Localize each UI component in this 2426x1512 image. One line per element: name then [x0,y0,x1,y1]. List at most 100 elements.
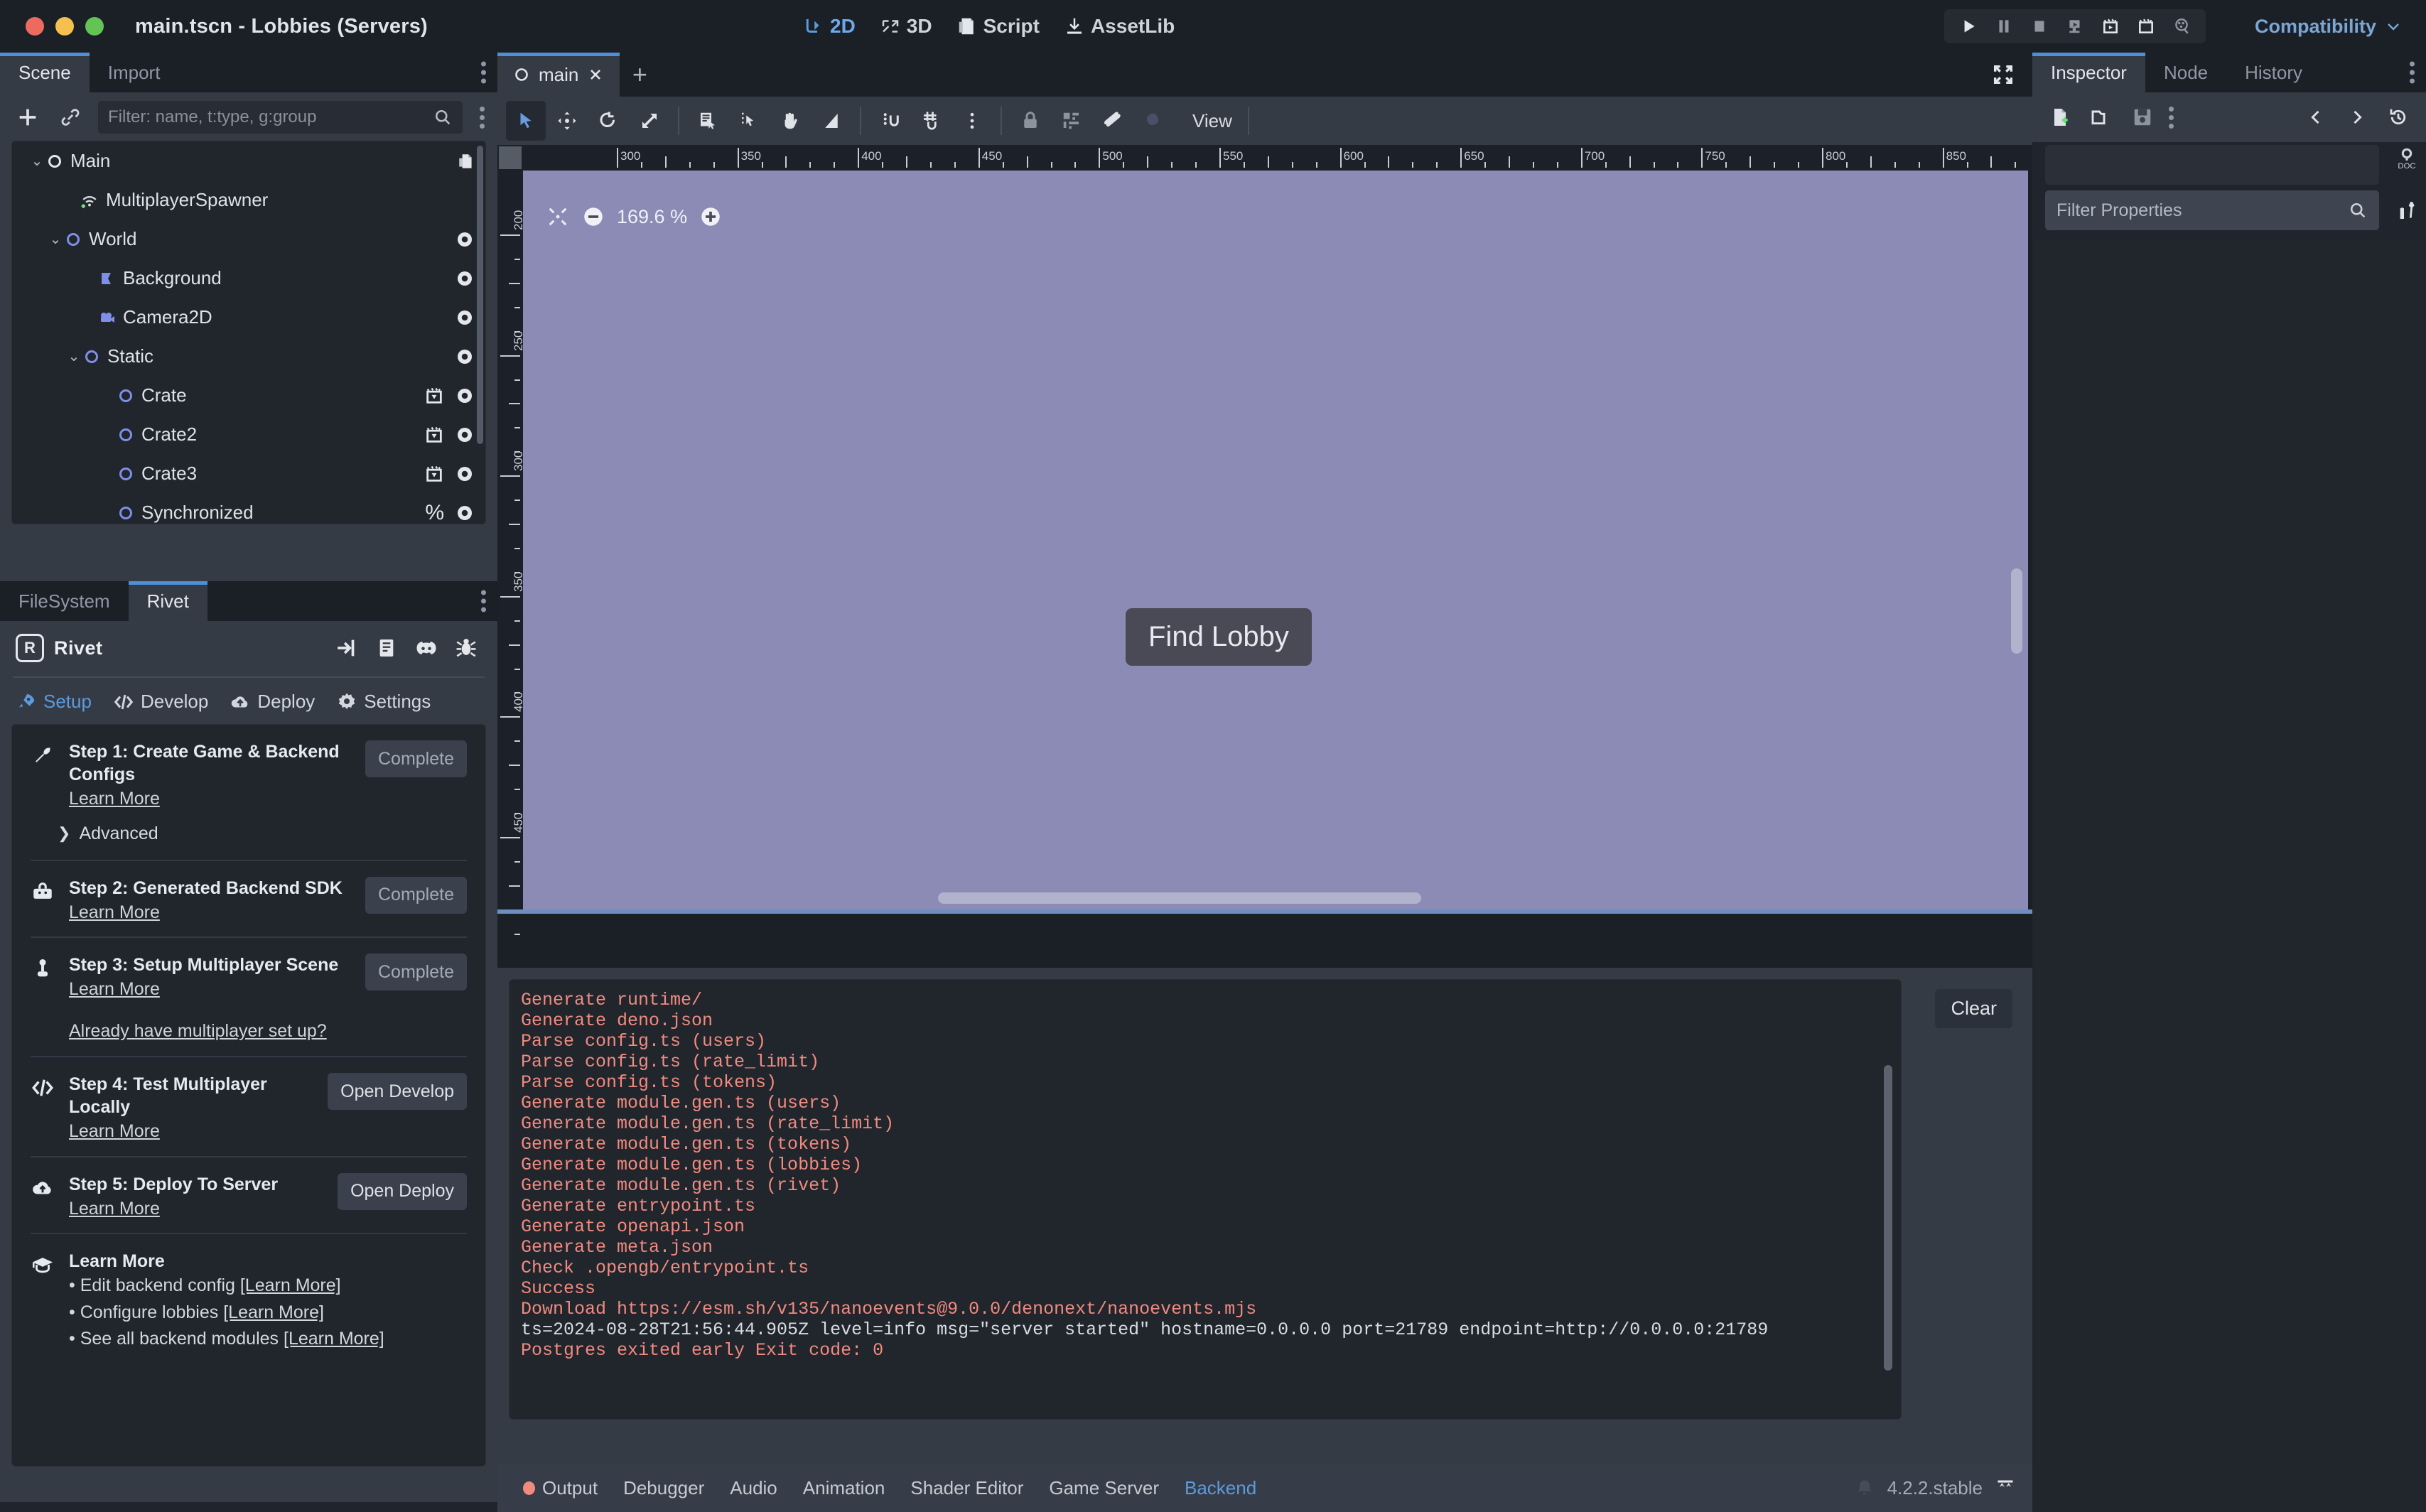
expand-bottom-icon[interactable] [1995,1478,2015,1498]
movie-maker-button[interactable] [2167,12,2196,40]
expand-viewport-button[interactable] [1991,63,2015,90]
rivet-bullet-1-link[interactable]: [Learn More] [240,1275,341,1295]
maximize-window-button[interactable] [85,17,104,36]
bottom-panel-tabs[interactable]: Output Debugger Audio Animation Shader E… [497,1464,2032,1512]
rotate-mode-tool[interactable] [588,101,628,141]
rivet-step-5-open-deploy-button[interactable]: Open Deploy [338,1172,467,1210]
rivet-step-4-open-develop-button[interactable]: Open Develop [328,1073,467,1111]
backend-log-output[interactable]: Generate runtime/Generate deno.json Parse… [509,979,1902,1420]
canvas-vertical-scrollbar[interactable] [2011,568,2022,654]
canvas-area[interactable]: Find Lobby [523,171,2028,909]
rivet-nav-setup[interactable]: Setup [16,691,92,713]
tree-item-crate3[interactable]: Crate3 [12,454,485,493]
skeleton-tool[interactable] [1093,101,1133,141]
rivet-nav[interactable]: Setup Develop Deploy Settings [0,678,497,724]
tab-inspector[interactable]: Inspector [2032,53,2145,92]
grid-snap-tool[interactable] [911,101,951,141]
find-lobby-button[interactable]: Find Lobby [1126,608,1312,666]
tab-history[interactable]: History [2226,53,2321,92]
window-controls[interactable] [26,17,104,36]
tools-icon[interactable] [2395,199,2418,222]
tree-item-background[interactable]: Background [12,259,485,298]
tree-item-crate2[interactable]: Crate2 [12,415,485,454]
expand-arrow-icon[interactable]: ⌄ [65,347,83,366]
open-instance-icon[interactable] [424,386,444,406]
rivet-nav-develop[interactable]: Develop [113,691,208,713]
inspector-toolbar[interactable] [2032,92,2426,142]
bottom-tab-audio[interactable]: Audio [717,1477,790,1499]
scene-tree[interactable]: ⌄ Main MultiplayerSpawner ⌄ World Backgr… [11,141,486,524]
scene-tree-options-button[interactable] [480,106,485,129]
doc-search-icon[interactable]: DOC [2395,146,2419,171]
docs-button[interactable] [371,632,402,664]
bell-icon[interactable] [1855,1478,1875,1498]
zoom-reset-icon[interactable] [546,205,570,229]
minimize-window-button[interactable] [55,17,74,36]
history-forward-button[interactable] [2342,102,2372,132]
close-icon[interactable] [587,66,604,83]
run-project-button[interactable] [1954,12,1983,40]
visibility-toggle-icon[interactable] [454,268,475,289]
scale-mode-tool[interactable] [630,101,669,141]
tab-node[interactable]: Node [2145,53,2226,92]
load-resource-button[interactable] [2086,102,2116,132]
bottom-tab-animation[interactable]: Animation [790,1477,898,1499]
visibility-toggle-icon[interactable] [454,424,475,446]
tab-3d[interactable]: 3D [880,15,932,38]
visibility-toggle-icon[interactable] [454,307,475,328]
rivet-bullet-3-link[interactable]: [Learn More] [284,1329,384,1349]
close-window-button[interactable] [26,17,44,36]
canvas-viewport[interactable]: Find Lobby 169.6 % 300 350 400 450 500 550 600… [497,145,2041,935]
bottom-tab-game-server[interactable]: Game Server [1036,1477,1172,1499]
pan-mode-tool[interactable] [770,101,810,141]
rivet-nav-settings[interactable]: Settings [336,691,431,713]
rivet-step-1-advanced[interactable]: ❯ Advanced [15,824,482,860]
pause-button[interactable] [1990,12,2018,40]
bottom-left-dock-tabs[interactable]: FileSystem Rivet [0,581,497,621]
log-scrollbar[interactable] [1884,1065,1892,1371]
scene-dock-more-button[interactable] [481,61,486,84]
view-menu-button[interactable]: View [1185,110,1239,132]
rivet-step-5-learn-more[interactable]: Learn More [69,1197,160,1221]
inspected-object-field[interactable] [2045,145,2379,185]
script-icon[interactable] [457,152,475,171]
rivet-nav-deploy[interactable]: Deploy [230,691,315,713]
tree-item-world[interactable]: ⌄ World [12,220,485,259]
open-instance-icon[interactable] [424,425,444,445]
add-scene-tab-button[interactable]: + [620,53,659,97]
tab-assetlib[interactable]: AssetLib [1064,15,1175,38]
unique-name-badge[interactable]: % [425,501,444,524]
lock-tool[interactable] [1010,101,1050,141]
sign-in-button[interactable] [331,632,362,664]
rivet-step-2-status-button[interactable]: Complete [365,876,467,914]
zoom-out-icon[interactable] [581,205,605,229]
rivet-step-1-learn-more[interactable]: Learn More [69,787,160,811]
tab-rivet[interactable]: Rivet [128,581,208,621]
add-node-button[interactable] [13,102,43,132]
smart-snap-tool[interactable] [870,101,910,141]
inspector-dock-more-button[interactable] [2410,61,2415,84]
rivet-step-4-learn-more[interactable]: Learn More [69,1120,160,1143]
bottom-tab-shader-editor[interactable]: Shader Editor [897,1477,1036,1499]
ruler-mode-tool[interactable] [812,101,851,141]
history-back-button[interactable] [2301,102,2331,132]
rivet-bullet-2-link[interactable]: [Learn More] [223,1302,324,1322]
move-mode-tool[interactable] [547,101,587,141]
tree-item-static[interactable]: ⌄ Static [12,337,485,376]
expand-arrow-icon[interactable]: ⌄ [46,230,65,249]
bug-report-button[interactable] [451,632,482,664]
bottom-tab-output[interactable]: Output [510,1477,610,1499]
rivet-step-3-learn-more[interactable]: Learn More [69,978,160,1001]
canvas-horizontal-scrollbar[interactable] [938,892,1421,904]
rivet-step-1-status-button[interactable]: Complete [365,740,467,777]
discord-button[interactable] [411,632,442,664]
horizontal-ruler[interactable]: 300 350 400 450 500 550 600 650 700 750 800 850 [497,145,2041,171]
play-custom-scene-button[interactable] [2132,12,2160,40]
expand-arrow-icon[interactable]: ⌄ [28,152,46,171]
canvas-item-toolbar[interactable]: View [497,97,2032,145]
scene-toolbar[interactable]: Filter: name, t:type, g:group [0,92,497,141]
main-editor-tabs[interactable]: 2D 3D Script AssetLib [803,0,1175,53]
inspector-dock-tabs[interactable]: Inspector Node History [2032,53,2426,92]
zoom-widget[interactable]: 169.6 % [546,205,723,229]
play-controls[interactable] [1944,9,2206,43]
